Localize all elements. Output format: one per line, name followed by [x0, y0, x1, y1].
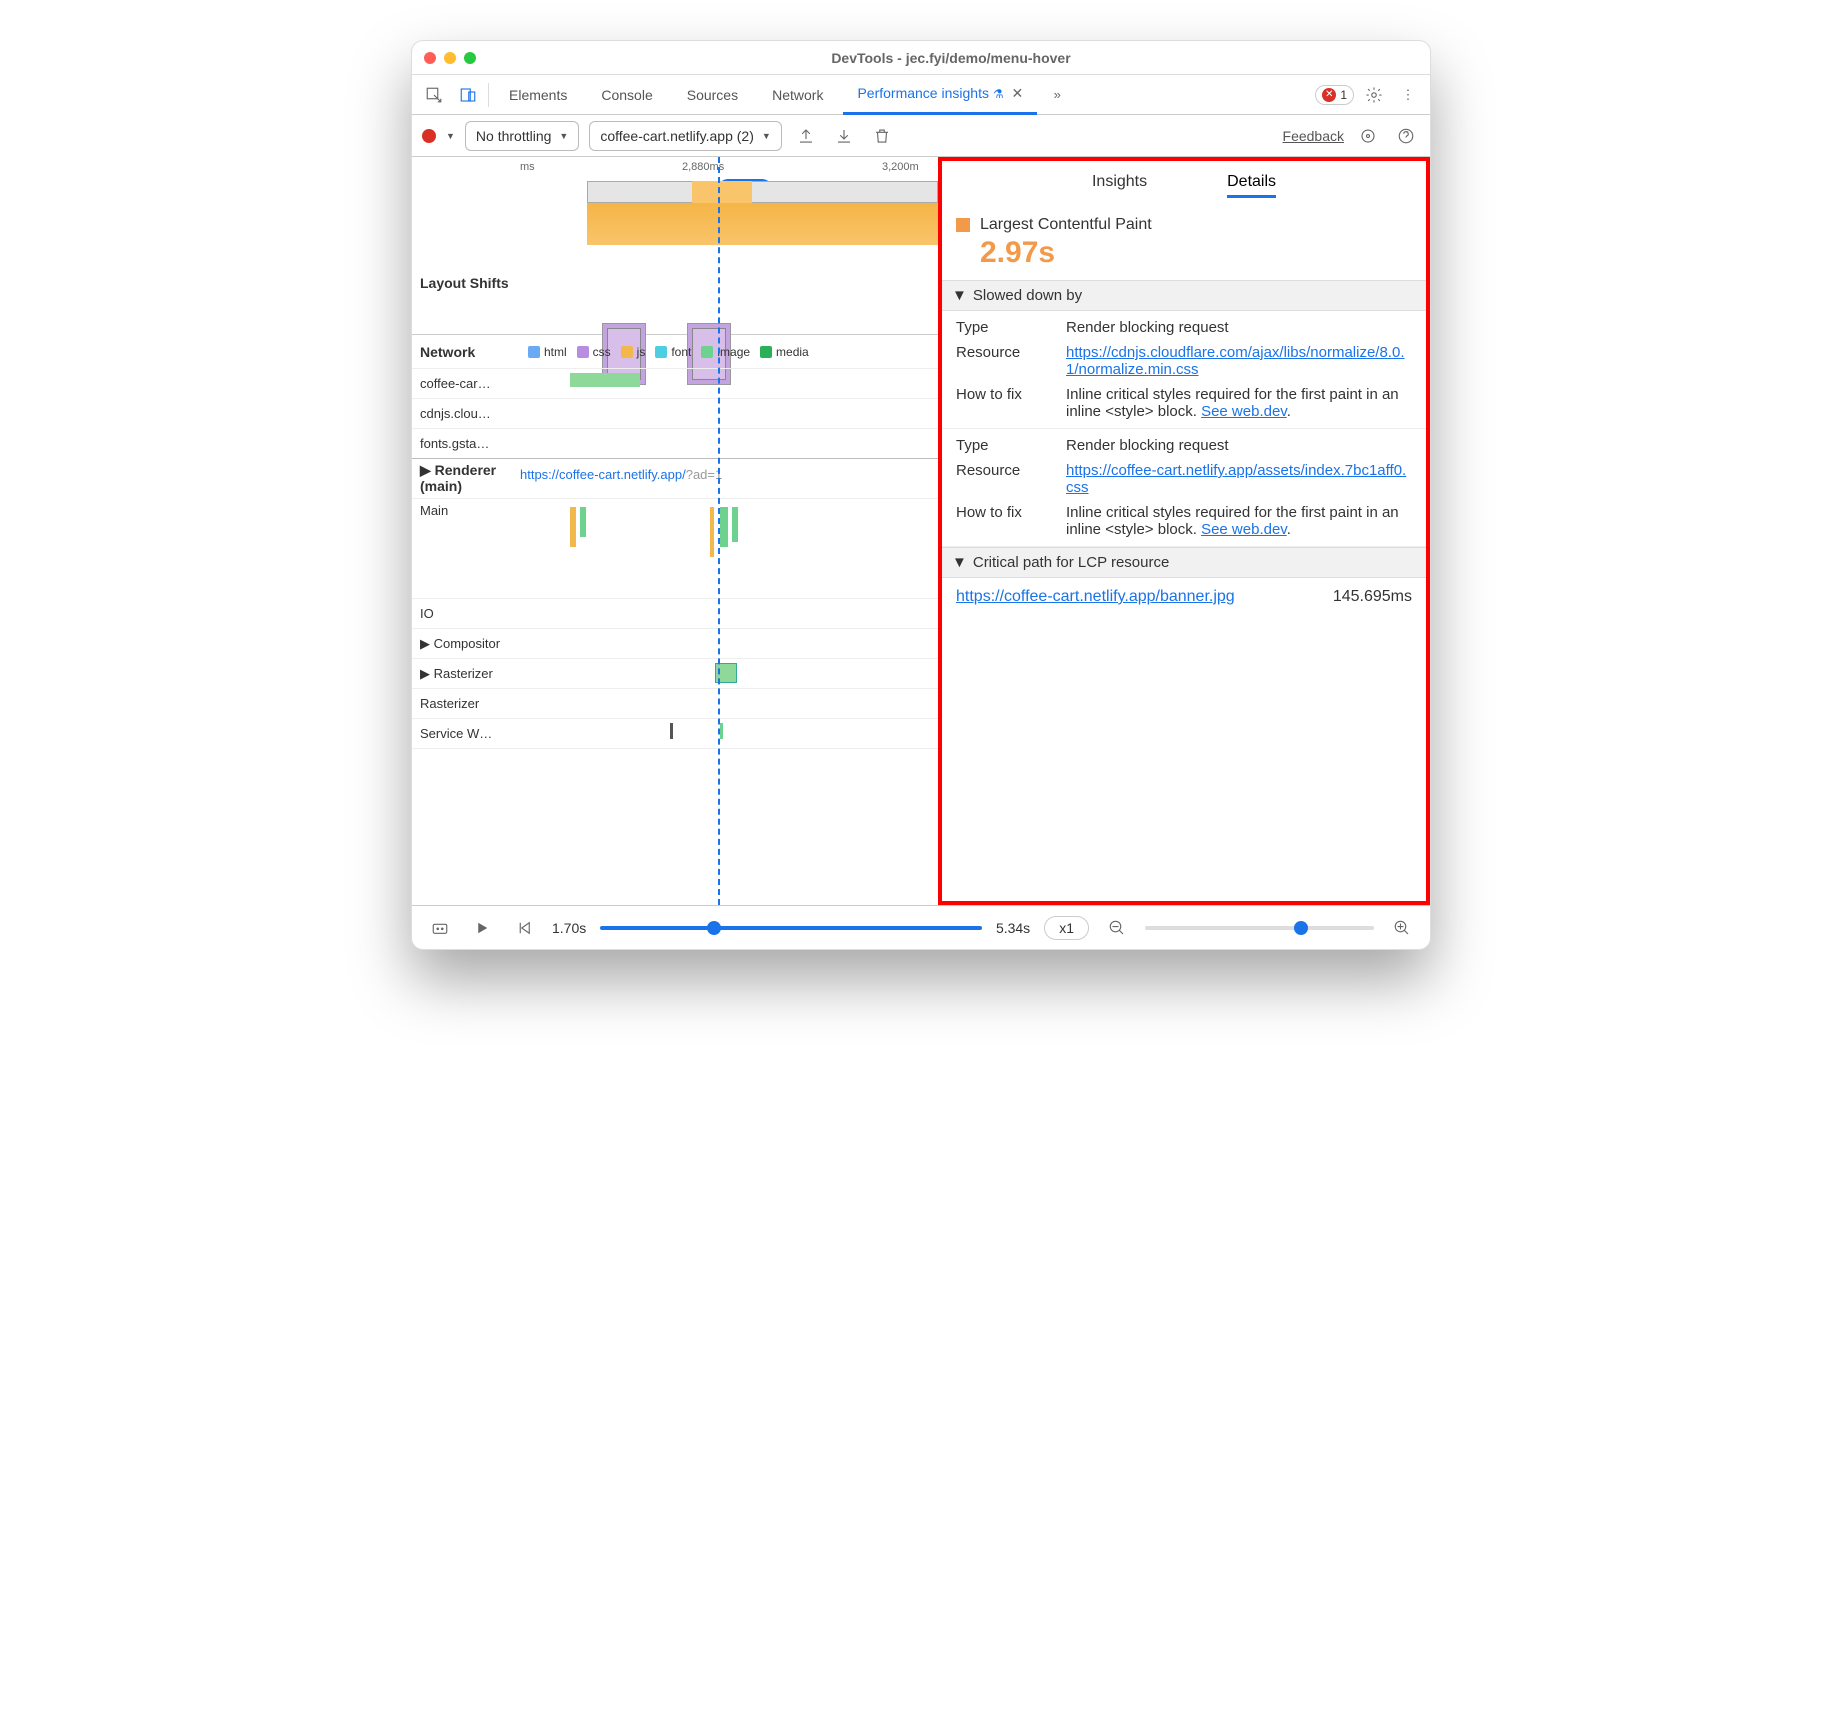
layout-shifts-label: Layout Shifts: [412, 275, 520, 291]
lcp-header: Largest Contentful Paint 2.97s: [942, 206, 1426, 280]
device-toggle-icon[interactable]: [454, 81, 482, 109]
import-icon[interactable]: [830, 122, 858, 150]
lcp-time-value: 2.97s: [980, 236, 1412, 270]
insights-toolbar: ▼ No throttling▼ coffee-cart.netlify.app…: [412, 115, 1430, 157]
tab-sources[interactable]: Sources: [673, 77, 752, 113]
close-tab-icon[interactable]: ✕: [1012, 85, 1024, 101]
main-tabbar: Elements Console Sources Network Perform…: [412, 75, 1430, 115]
delete-icon[interactable]: [868, 122, 896, 150]
devtools-window: DevTools - jec.fyi/demo/menu-hover Eleme…: [411, 40, 1431, 950]
help-icon[interactable]: [1392, 122, 1420, 150]
details-tabs: Insights Details: [942, 161, 1426, 206]
window-title: DevTools - jec.fyi/demo/menu-hover: [484, 50, 1418, 66]
thread-row[interactable]: IO: [412, 599, 938, 629]
panel-settings-icon[interactable]: [1354, 122, 1382, 150]
more-tabs-icon[interactable]: »: [1043, 81, 1071, 109]
thread-row[interactable]: Rasterizer: [412, 689, 938, 719]
speed-button[interactable]: x1: [1044, 916, 1089, 940]
network-lane-header[interactable]: Network html css js font image media: [412, 335, 938, 369]
rewind-icon[interactable]: [510, 914, 538, 942]
zoom-out-icon[interactable]: [1103, 914, 1131, 942]
tab-details[interactable]: Details: [1227, 173, 1276, 198]
critical-resource-link[interactable]: https://coffee-cart.netlify.app/banner.j…: [956, 588, 1235, 606]
tab-performance-insights[interactable]: Performance insights ⚗ ✕: [843, 75, 1037, 115]
playback-footer: 1.70s 5.34s x1: [412, 905, 1430, 949]
experiment-icon: ⚗: [993, 87, 1004, 101]
resource-link[interactable]: https://coffee-cart.netlify.app/assets/i…: [1066, 462, 1406, 496]
critical-path-section[interactable]: ▼ Critical path for LCP resource: [942, 547, 1426, 578]
inspect-icon[interactable]: [420, 81, 448, 109]
thread-row[interactable]: Service W…: [412, 719, 938, 749]
thread-row[interactable]: ▶ Compositor: [412, 629, 938, 659]
main-thread-row[interactable]: Main: [412, 499, 938, 599]
details-panel: Insights Details Largest Contentful Pain…: [942, 157, 1430, 905]
lcp-color-swatch: [956, 218, 970, 232]
minimize-window-button[interactable]: [444, 52, 456, 64]
zoom-slider[interactable]: [1145, 926, 1374, 930]
renderer-url-link[interactable]: https://coffee-cart.netlify.app/: [520, 467, 686, 482]
timeline-panel: ms 2,880ms 3,200m LCP Layout Shifts Netw…: [412, 157, 942, 905]
time-marker-line: [718, 157, 720, 905]
network-row[interactable]: cdnjs.clou…: [412, 399, 938, 429]
see-web-dev-link[interactable]: See web.dev: [1201, 521, 1287, 538]
recording-select[interactable]: coffee-cart.netlify.app (2)▼: [589, 121, 781, 151]
error-badge[interactable]: ✕1: [1315, 85, 1354, 105]
critical-resource-time: 145.695ms: [1333, 588, 1412, 606]
thread-row[interactable]: ▶ Rasterizer: [412, 659, 938, 689]
see-web-dev-link[interactable]: See web.dev: [1201, 403, 1287, 420]
slowed-block-1: TypeRender blocking request Resourcehttp…: [942, 311, 1426, 429]
record-button[interactable]: [422, 129, 436, 143]
seek-slider[interactable]: [600, 926, 982, 930]
content-area: ms 2,880ms 3,200m LCP Layout Shifts Netw…: [412, 157, 1430, 905]
slowed-block-2: TypeRender blocking request Resourcehttp…: [942, 429, 1426, 547]
feedback-link[interactable]: Feedback: [1283, 128, 1344, 144]
tab-console[interactable]: Console: [587, 77, 666, 113]
overview-flame[interactable]: [412, 181, 938, 245]
network-legend: html css js font image media: [520, 339, 817, 365]
network-row[interactable]: coffee-car…: [412, 369, 938, 399]
slowed-down-section[interactable]: ▼ Slowed down by: [942, 280, 1426, 311]
settings-icon[interactable]: [1360, 81, 1388, 109]
toggle-overview-icon[interactable]: [426, 914, 454, 942]
throttle-select[interactable]: No throttling▼: [465, 121, 579, 151]
error-icon: ✕: [1322, 88, 1336, 102]
network-row[interactable]: fonts.gsta…: [412, 429, 938, 459]
time-start: 1.70s: [552, 920, 586, 936]
export-icon[interactable]: [792, 122, 820, 150]
close-window-button[interactable]: [424, 52, 436, 64]
critical-path-row: https://coffee-cart.netlify.app/banner.j…: [942, 578, 1426, 616]
record-dropdown-icon[interactable]: ▼: [446, 131, 455, 141]
kebab-menu-icon[interactable]: ⋮: [1394, 81, 1422, 109]
resource-link[interactable]: https://cdnjs.cloudflare.com/ajax/libs/n…: [1066, 344, 1405, 378]
tab-elements[interactable]: Elements: [495, 77, 581, 113]
renderer-header[interactable]: ▶ Renderer (main) https://coffee-cart.ne…: [412, 459, 938, 499]
maximize-window-button[interactable]: [464, 52, 476, 64]
tab-network[interactable]: Network: [758, 77, 837, 113]
zoom-in-icon[interactable]: [1388, 914, 1416, 942]
tab-insights[interactable]: Insights: [1092, 173, 1147, 198]
time-end: 5.34s: [996, 920, 1030, 936]
titlebar: DevTools - jec.fyi/demo/menu-hover: [412, 41, 1430, 75]
play-icon[interactable]: [468, 914, 496, 942]
